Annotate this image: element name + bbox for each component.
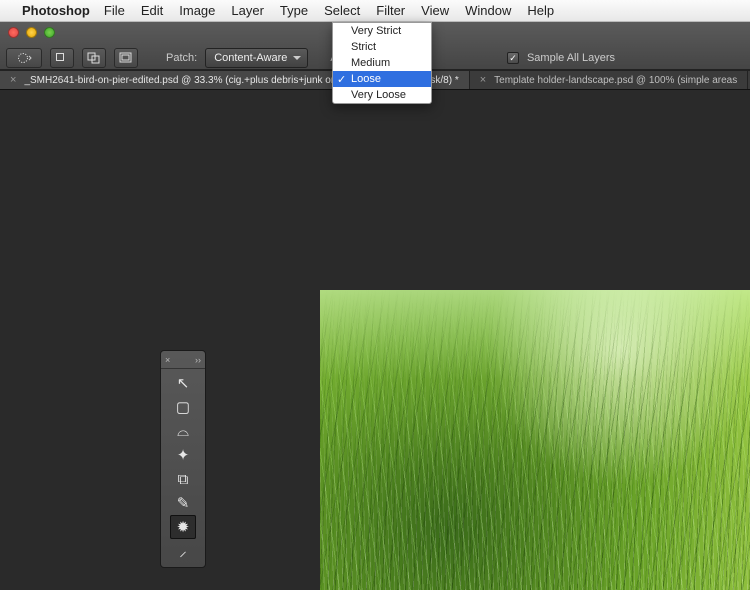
mac-menubar: Photoshop File Edit Image Layer Type Sel… bbox=[0, 0, 750, 22]
menu-type[interactable]: Type bbox=[280, 3, 308, 18]
adaptation-option[interactable]: Strict bbox=[333, 39, 431, 55]
crop-tool[interactable]: ⧉ bbox=[170, 467, 196, 491]
lasso-tool[interactable]: ⌓ bbox=[170, 419, 196, 443]
options-bar: Patch: Content-Aware Adaptation ✓ Sample… bbox=[6, 48, 615, 68]
minimize-window-icon[interactable] bbox=[26, 27, 37, 38]
tools-panel-header[interactable]: × ›› bbox=[161, 355, 205, 369]
patch-label: Patch: bbox=[166, 52, 197, 64]
healing-brush-tool[interactable]: ✹ bbox=[170, 515, 196, 539]
close-panel-icon[interactable]: × bbox=[165, 355, 170, 365]
adaptation-option[interactable]: Medium bbox=[333, 55, 431, 71]
patch-source-icon[interactable] bbox=[50, 48, 74, 68]
zoom-window-icon[interactable] bbox=[44, 27, 55, 38]
brush-tool[interactable]: ⸝ bbox=[170, 539, 196, 563]
adaptation-option-label: Strict bbox=[351, 41, 376, 53]
document-tab-label: Template holder-landscape.psd @ 100% (si… bbox=[494, 75, 737, 86]
menu-select[interactable]: Select bbox=[324, 3, 360, 18]
menu-help[interactable]: Help bbox=[527, 3, 554, 18]
patch-mode-value: Content-Aware bbox=[214, 52, 287, 64]
menu-view[interactable]: View bbox=[421, 3, 449, 18]
menu-filter[interactable]: Filter bbox=[376, 3, 405, 18]
adaptation-option[interactable]: ✓ Loose bbox=[333, 71, 431, 87]
patch-mode-dropdown[interactable]: Content-Aware bbox=[205, 48, 308, 68]
menu-edit[interactable]: Edit bbox=[141, 3, 163, 18]
adaptation-option-label: Medium bbox=[351, 57, 390, 69]
adaptation-option[interactable]: Very Loose bbox=[333, 87, 431, 103]
patch-transparent-icon[interactable] bbox=[114, 48, 138, 68]
sample-all-layers-label: Sample All Layers bbox=[527, 52, 615, 64]
adaptation-option-label: Very Strict bbox=[351, 25, 401, 37]
adaptation-option-label: Loose bbox=[351, 73, 381, 85]
close-window-icon[interactable] bbox=[8, 27, 19, 38]
close-tab-icon[interactable]: × bbox=[10, 74, 16, 86]
adaptation-dropdown-menu: Very Strict Strict Medium ✓ Loose Very Loose bbox=[332, 22, 432, 104]
close-tab-icon[interactable]: × bbox=[480, 74, 486, 86]
tool-preset-picker[interactable] bbox=[6, 48, 42, 68]
canvas-image[interactable] bbox=[320, 290, 750, 590]
adaptation-option-label: Very Loose bbox=[351, 89, 406, 101]
menu-window[interactable]: Window bbox=[465, 3, 511, 18]
patch-destination-icon[interactable] bbox=[82, 48, 106, 68]
move-tool[interactable]: ↖ bbox=[170, 371, 196, 395]
marquee-tool[interactable]: ▢ bbox=[170, 395, 196, 419]
eyedropper-tool[interactable]: ✎ bbox=[170, 491, 196, 515]
menu-file[interactable]: File bbox=[104, 3, 125, 18]
collapse-panel-icon[interactable]: ›› bbox=[195, 355, 201, 365]
menu-image[interactable]: Image bbox=[179, 3, 215, 18]
menu-layer[interactable]: Layer bbox=[231, 3, 264, 18]
check-icon: ✓ bbox=[337, 73, 346, 86]
document-tab-2[interactable]: × Template holder-landscape.psd @ 100% (… bbox=[470, 71, 749, 89]
magic-wand-tool[interactable]: ✦ bbox=[170, 443, 196, 467]
adaptation-option[interactable]: Very Strict bbox=[333, 23, 431, 39]
tools-panel[interactable]: × ›› ↖▢⌓✦⧉✎✹⸝ bbox=[160, 350, 206, 568]
window-controls bbox=[8, 27, 55, 38]
app-name[interactable]: Photoshop bbox=[22, 3, 90, 18]
workspace: ×›› ↖▢⌓✦⧉✎✹⸝ bbox=[0, 90, 750, 500]
sample-all-layers-checkbox[interactable]: ✓ bbox=[507, 52, 519, 64]
